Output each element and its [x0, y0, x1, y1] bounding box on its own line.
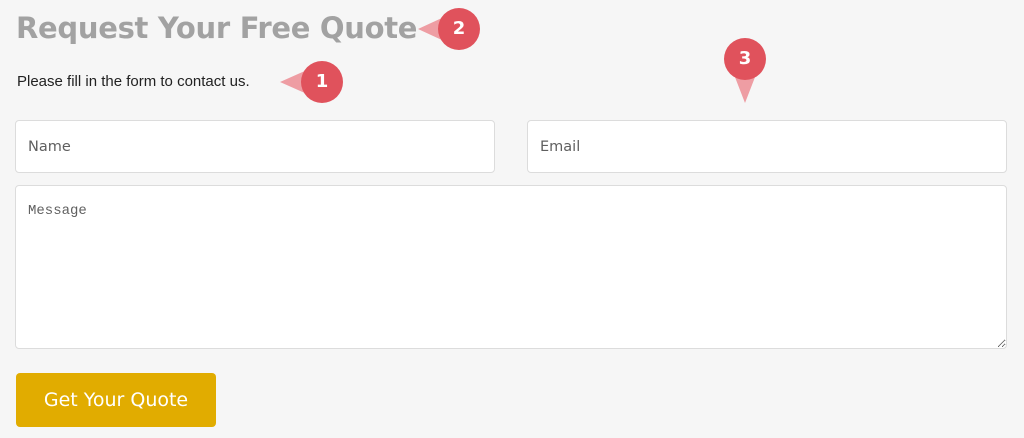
annotation-number: 2 — [452, 18, 466, 39]
name-input[interactable] — [15, 120, 495, 173]
get-quote-button[interactable]: Get Your Quote — [16, 373, 216, 427]
form-subtitle: Please fill in the form to contact us. — [17, 73, 250, 90]
annotation-marker-1: 1 — [280, 61, 343, 103]
annotation-marker-2: 2 — [418, 8, 480, 50]
annotation-number: 1 — [315, 71, 329, 92]
form-title: Request Your Free Quote — [16, 11, 418, 45]
message-textarea[interactable] — [15, 185, 1007, 349]
annotation-marker-3: 3 — [724, 38, 766, 103]
annotation-number: 3 — [738, 48, 752, 69]
email-input[interactable] — [527, 120, 1007, 173]
